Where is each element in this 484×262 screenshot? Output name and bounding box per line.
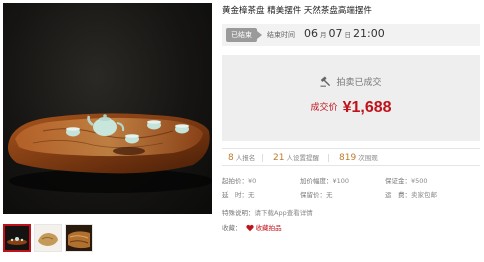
thumbnail-3-image bbox=[66, 225, 92, 251]
delivery-fee: 运 费：卖家包邮 bbox=[385, 191, 437, 199]
stat-bidders: 8 人报名 bbox=[228, 152, 255, 163]
final-price: 成交价 ¥1,688 bbox=[222, 97, 480, 117]
favorite-button[interactable]: 收藏拍品 bbox=[256, 224, 282, 232]
status-badge: 已结束 bbox=[226, 28, 262, 42]
views-count: 819 bbox=[339, 153, 357, 163]
end-day: 07 bbox=[328, 27, 343, 40]
tea-tray-illustration bbox=[8, 113, 212, 193]
thumbnail-1-image bbox=[5, 226, 29, 250]
end-time-label: 结束时间 bbox=[267, 31, 295, 39]
bid-increment: 加价幅度：¥100 bbox=[300, 177, 350, 185]
deposit: 保证金：¥500 bbox=[385, 177, 428, 185]
reminders-label: 人设置提醒 bbox=[286, 154, 319, 162]
auction-hammer-icon bbox=[320, 76, 331, 90]
start-price: 起拍价：¥0 bbox=[222, 177, 257, 185]
reserve-price: 保留价：无 bbox=[300, 191, 333, 199]
thumbnail-3[interactable] bbox=[65, 224, 93, 252]
reminders-count: 21 bbox=[273, 153, 285, 163]
main-product-image[interactable] bbox=[3, 3, 212, 214]
thumbnail-2[interactable] bbox=[34, 224, 62, 252]
thumbnail-1[interactable] bbox=[3, 224, 31, 252]
stat-divider bbox=[328, 154, 329, 162]
auction-status-row: 已结束 结束时间 06 月 07 日 21:00 bbox=[222, 24, 480, 46]
price-value: ¥1,688 bbox=[342, 99, 392, 116]
stat-reminders: 21 人设置提醒 bbox=[273, 152, 319, 163]
extension: 延 时：无 bbox=[222, 191, 255, 199]
bidders-label: 人报名 bbox=[235, 154, 256, 162]
deal-panel: 拍卖已成交 成交价 ¥1,688 bbox=[222, 55, 480, 141]
month-unit: 月 bbox=[320, 31, 327, 39]
auction-stats: 8 人报名 21 人设置提醒 819 次围观 bbox=[222, 148, 480, 166]
sold-text: 拍卖已成交 bbox=[336, 78, 382, 88]
views-label: 次围观 bbox=[358, 154, 378, 162]
bidders-count: 8 bbox=[228, 153, 234, 163]
end-month: 06 bbox=[304, 27, 318, 40]
heart-icon[interactable] bbox=[245, 224, 254, 234]
thumbnail-2-image bbox=[35, 225, 61, 251]
special-notice: 特殊说明：请下载App查看详情 bbox=[222, 209, 313, 217]
sold-status: 拍卖已成交 bbox=[222, 75, 480, 90]
stat-views: 819 次围观 bbox=[339, 152, 378, 163]
end-clock: 21:00 bbox=[353, 27, 385, 40]
favorite-row: 收藏： 收藏拍品 bbox=[222, 222, 282, 234]
end-time-value: 06 月 07 日 21:00 bbox=[304, 27, 385, 40]
stat-divider bbox=[262, 154, 263, 162]
lot-title: 黄金樟茶盘 精美摆件 天然茶盘高端摆件 bbox=[222, 6, 372, 16]
price-label: 成交价 bbox=[310, 103, 338, 113]
day-unit: 日 bbox=[344, 31, 352, 39]
favorite-label: 收藏： bbox=[222, 224, 242, 232]
